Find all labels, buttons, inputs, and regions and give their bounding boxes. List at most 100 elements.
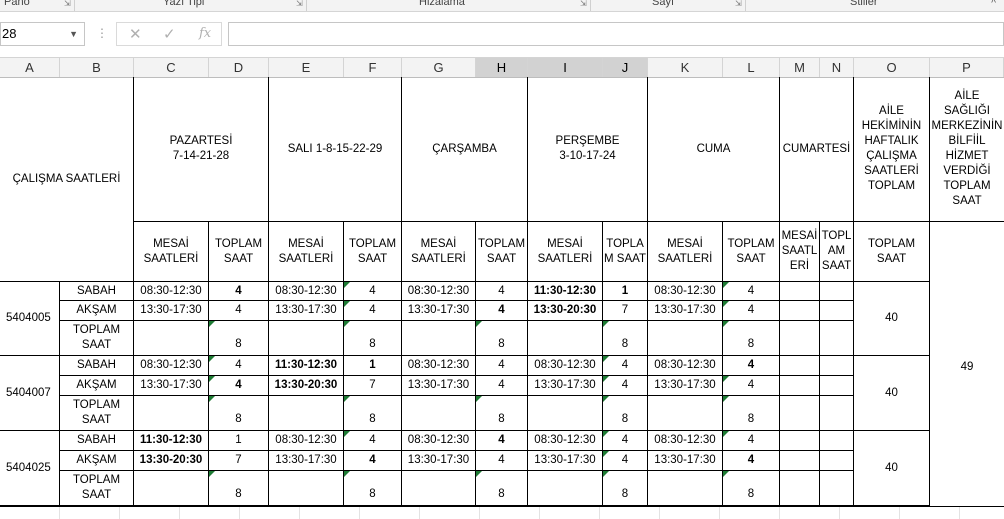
- empty-cell[interactable]: [402, 396, 476, 431]
- hours-cell[interactable]: 4: [476, 301, 528, 321]
- toplam-header[interactable]: TOPLAM SAAT: [344, 222, 402, 282]
- hours-cell[interactable]: 4: [723, 451, 780, 471]
- total-cell[interactable]: 8: [723, 396, 780, 431]
- hours-cell[interactable]: 4: [476, 356, 528, 376]
- toplam-header[interactable]: TOPLAM SAAT: [723, 222, 780, 282]
- hours-cell[interactable]: 4: [344, 451, 402, 471]
- hours-cell[interactable]: 4: [476, 376, 528, 396]
- time-cell[interactable]: 11:30-12:30: [528, 282, 603, 301]
- empty-cell[interactable]: [269, 321, 344, 356]
- row-label[interactable]: SABAH: [60, 431, 134, 451]
- hours-cell[interactable]: 7: [603, 301, 648, 321]
- hours-cell[interactable]: 4: [723, 431, 780, 451]
- time-cell[interactable]: 13:30-17:30: [134, 301, 209, 321]
- mesai-header[interactable]: MESAİ SAATLERİ: [528, 222, 603, 282]
- total-cell[interactable]: 8: [344, 321, 402, 356]
- total-cell[interactable]: 8: [476, 321, 528, 356]
- hours-cell[interactable]: 1: [344, 356, 402, 376]
- total-cell[interactable]: 8: [209, 396, 269, 431]
- check-icon[interactable]: ✓: [163, 25, 176, 43]
- empty-cell[interactable]: [820, 451, 854, 471]
- time-cell[interactable]: 13:30-20:30: [269, 376, 344, 396]
- hours-cell[interactable]: 4: [209, 356, 269, 376]
- empty-cell[interactable]: [780, 471, 820, 506]
- empty-cell[interactable]: [780, 282, 820, 301]
- empty-cell[interactable]: [820, 471, 854, 506]
- column-header-m[interactable]: M: [780, 58, 820, 77]
- hours-cell[interactable]: 1: [603, 282, 648, 301]
- chevron-down-icon[interactable]: ▼: [69, 23, 78, 45]
- column-header-f[interactable]: F: [344, 58, 402, 77]
- hours-cell[interactable]: 4: [209, 282, 269, 301]
- empty-cell[interactable]: [820, 376, 854, 396]
- column-header-g[interactable]: G: [402, 58, 476, 77]
- empty-cell[interactable]: [820, 356, 854, 376]
- hours-cell[interactable]: 4: [603, 431, 648, 451]
- hours-cell[interactable]: 4: [344, 282, 402, 301]
- pano-launcher-icon[interactable]: ⇲: [64, 0, 72, 8]
- day-header-tuesday[interactable]: SALI 1-8-15-22-29: [269, 77, 402, 222]
- time-cell[interactable]: 13:30-17:30: [402, 301, 476, 321]
- column-header-a[interactable]: A: [0, 58, 60, 77]
- function-icon[interactable]: fx: [199, 26, 211, 41]
- day-header-thursday[interactable]: PERŞEMBE 3-10-17-24: [528, 77, 648, 222]
- empty-cell[interactable]: [780, 396, 820, 431]
- empty-cell[interactable]: [528, 396, 603, 431]
- time-cell[interactable]: 08:30-12:30: [402, 282, 476, 301]
- toplam-header[interactable]: TOPLAM SAAT: [476, 222, 528, 282]
- formula-input[interactable]: [228, 22, 1004, 46]
- time-cell[interactable]: 13:30-17:30: [528, 376, 603, 396]
- empty-cell[interactable]: [134, 321, 209, 356]
- column-header-d[interactable]: D: [209, 58, 269, 77]
- time-cell[interactable]: 08:30-12:30: [648, 356, 723, 376]
- total-cell[interactable]: 8: [723, 321, 780, 356]
- number-launcher-icon[interactable]: ⇲: [735, 0, 743, 8]
- empty-cell[interactable]: [648, 471, 723, 506]
- empty-cell[interactable]: [648, 321, 723, 356]
- time-cell[interactable]: 08:30-12:30: [648, 282, 723, 301]
- toplam-header[interactable]: TOPLA M SAAT: [603, 222, 648, 282]
- hours-cell[interactable]: 4: [723, 301, 780, 321]
- more-options-icon[interactable]: ⋮: [96, 26, 108, 40]
- empty-cell[interactable]: [780, 356, 820, 376]
- weekly-total-header[interactable]: TOPLAM SAAT: [854, 222, 930, 282]
- hours-cell[interactable]: 4: [723, 376, 780, 396]
- day-header-saturday[interactable]: CUMARTESİ: [780, 77, 854, 222]
- time-cell[interactable]: 08:30-12:30: [648, 431, 723, 451]
- total-cell[interactable]: 8: [344, 396, 402, 431]
- time-cell[interactable]: 13:30-17:30: [648, 451, 723, 471]
- row-label[interactable]: AKŞAM: [60, 451, 134, 471]
- empty-cell[interactable]: [780, 451, 820, 471]
- weekly-total-cell[interactable]: 40: [854, 356, 930, 431]
- total-cell[interactable]: 8: [723, 471, 780, 506]
- hours-cell[interactable]: 4: [723, 356, 780, 376]
- time-cell[interactable]: 13:30-20:30: [528, 301, 603, 321]
- total-cell[interactable]: 8: [603, 471, 648, 506]
- time-cell[interactable]: 08:30-12:30: [402, 356, 476, 376]
- time-cell[interactable]: 13:30-20:30: [134, 451, 209, 471]
- empty-cell[interactable]: [820, 301, 854, 321]
- time-cell[interactable]: 13:30-17:30: [528, 451, 603, 471]
- total-cell[interactable]: 8: [603, 321, 648, 356]
- row-label[interactable]: AKŞAM: [60, 376, 134, 396]
- time-cell[interactable]: 08:30-12:30: [528, 356, 603, 376]
- row-label[interactable]: TOPLAM SAAT: [60, 396, 134, 431]
- time-cell[interactable]: 08:30-12:30: [269, 431, 344, 451]
- empty-cell[interactable]: [402, 471, 476, 506]
- column-header-k[interactable]: K: [648, 58, 723, 77]
- hours-cell[interactable]: 7: [344, 376, 402, 396]
- weekly-total-cell[interactable]: 40: [854, 431, 930, 506]
- time-cell[interactable]: 13:30-17:30: [134, 376, 209, 396]
- hours-cell[interactable]: 4: [603, 356, 648, 376]
- group-id-cell[interactable]: 5404007: [0, 356, 60, 431]
- empty-cell[interactable]: [780, 376, 820, 396]
- hours-cell[interactable]: 4: [476, 451, 528, 471]
- aile-hekimi-header[interactable]: AİLE HEKİMİNİN HAFTALIK ÇALIŞMA SAATLERİ…: [854, 77, 930, 222]
- hours-cell[interactable]: 4: [476, 431, 528, 451]
- mesai-header[interactable]: MESAİ SAATLERİ: [402, 222, 476, 282]
- empty-cell[interactable]: [780, 301, 820, 321]
- row-label[interactable]: AKŞAM: [60, 301, 134, 321]
- column-header-j[interactable]: J: [603, 58, 648, 77]
- next-row[interactable]: [0, 506, 1004, 519]
- calisma-saatleri-header[interactable]: ÇALIŞMA SAATLERİ: [0, 77, 134, 282]
